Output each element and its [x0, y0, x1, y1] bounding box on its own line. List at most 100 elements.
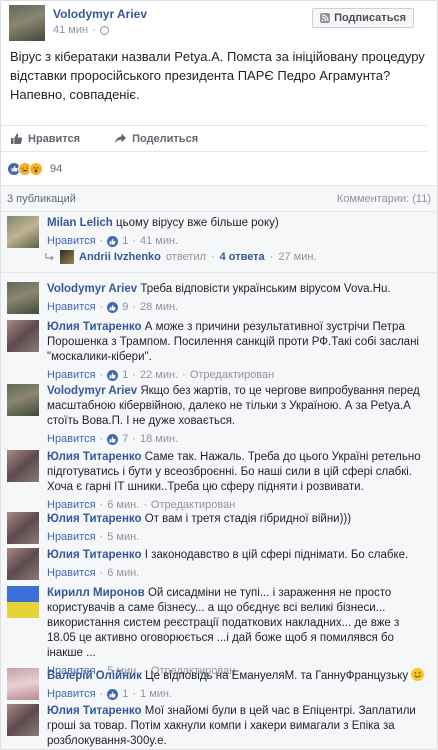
comment: Юлия Титаренко Саме так. Нажаль. Треба д…	[7, 450, 431, 513]
replies-count-link[interactable]: 4 ответа	[220, 251, 265, 263]
commenter-avatar[interactable]	[7, 586, 39, 618]
share-button[interactable]: Поделиться	[114, 132, 198, 145]
thumbs-up-icon	[11, 133, 23, 144]
author-avatar[interactable]	[9, 5, 45, 41]
comment-text: І законодавство в цій сфері піднімати. Б…	[144, 549, 409, 561]
commenter-name[interactable]: Юлия Титаренко	[47, 451, 142, 463]
comment: Валерій Олійник Це відповідь на Емануеля…	[7, 668, 431, 702]
comment-time[interactable]: 18 мин.	[140, 432, 178, 447]
shares-count[interactable]: 3 публикаций	[7, 193, 76, 205]
reply-avatar[interactable]	[60, 250, 74, 264]
comment-like-link[interactable]: Нравится	[47, 687, 96, 702]
commenter-name[interactable]: Юлия Титаренко	[47, 513, 142, 525]
share-arrow-icon	[115, 133, 127, 144]
commenter-avatar[interactable]	[7, 216, 39, 248]
separator: ·	[99, 369, 104, 381]
comments-count[interactable]: Комментарии: (11)	[337, 193, 431, 205]
like-count-icon	[107, 689, 119, 700]
comment-like-link[interactable]: Нравится	[47, 300, 96, 315]
comment-time[interactable]: 22 мин.	[140, 368, 178, 383]
comment-text: Треба відповісти українським вірусом Vov…	[140, 283, 391, 295]
reaction-icons	[7, 161, 43, 176]
post-time-text[interactable]: 41 мин	[53, 24, 88, 36]
separator: ·	[99, 531, 104, 543]
comment: Milan Lelich цьому вірусу вже більше рок…	[7, 216, 431, 249]
author-name[interactable]: Volodymyr Ariev	[53, 7, 147, 21]
reactions-bar[interactable]: 94	[1, 151, 427, 185]
edited-link[interactable]: Отредактирован	[151, 498, 235, 513]
commenter-name[interactable]: Volodymyr Ariev	[47, 283, 137, 295]
edited-link[interactable]: Отредактирован	[190, 368, 274, 383]
separator: ·	[99, 433, 104, 445]
commenter-name[interactable]: Юлия Титаренко	[47, 705, 142, 717]
commenter-avatar[interactable]	[7, 384, 39, 416]
comment-like-link[interactable]: Нравится	[47, 432, 96, 447]
commenter-name[interactable]: Валерій Олійник	[47, 670, 142, 682]
like-button[interactable]: Нравится	[10, 132, 80, 145]
comment-like-link[interactable]: Нравится	[47, 566, 96, 581]
comment-time[interactable]: 1 мин.	[140, 687, 172, 702]
reply-arrow-icon	[45, 253, 54, 261]
comment-time[interactable]: 41 мин.	[140, 234, 178, 249]
post-card: Volodymyr Ariev 41 мин · Подписаться Вір…	[0, 0, 438, 750]
comment: Volodymyr Ariev Треба відповісти українс…	[7, 282, 431, 315]
comment-like-link[interactable]: Нравится	[47, 498, 96, 513]
commenter-avatar[interactable]	[7, 512, 39, 544]
follow-button[interactable]: Подписаться	[312, 8, 414, 28]
separator: ·	[269, 251, 274, 263]
comment-time[interactable]: 28 мин.	[140, 300, 178, 315]
commenter-name[interactable]: Юлия Титаренко	[47, 549, 142, 561]
separator: ·	[143, 499, 147, 511]
comment-time[interactable]: 5 мин.	[107, 530, 139, 545]
comment-like-link[interactable]: Нравится	[47, 530, 96, 545]
post-meta-row: 3 публикаций Комментарии: (11)	[1, 185, 437, 211]
reply-action: ответил	[165, 251, 206, 263]
commenter-name[interactable]: Milan Lelich	[47, 217, 113, 229]
commenter-avatar[interactable]	[7, 704, 39, 736]
comment: Юлия Титаренко От вам і третя стадія гіб…	[7, 512, 431, 545]
comment-like-link[interactable]: Нравится	[47, 368, 96, 383]
commenter-avatar[interactable]	[7, 282, 39, 314]
separator: ·	[99, 688, 104, 700]
like-count-icon	[107, 236, 119, 247]
comment-text: цьому вірусу вже більше року)	[116, 217, 279, 229]
post-text: Вірус з кібератаки назвали Petya.A. Помс…	[10, 49, 425, 102]
replies-row[interactable]: Andrii Ivzhenko ответил · 4 ответа · 27 …	[45, 250, 317, 264]
like-count-icon	[107, 434, 119, 445]
comment-time[interactable]: 6 мин.	[107, 498, 139, 513]
separator: ·	[99, 301, 104, 313]
reply-time[interactable]: 27 мин.	[278, 251, 316, 263]
commenter-avatar[interactable]	[7, 668, 39, 700]
separator: ·	[132, 433, 137, 445]
smile-emoji-icon	[411, 668, 425, 681]
follow-label: Подписаться	[334, 12, 406, 24]
share-label: Поделиться	[132, 132, 199, 145]
separator: ·	[132, 235, 137, 247]
reactions-count[interactable]: 94	[50, 163, 62, 175]
commenter-avatar[interactable]	[7, 450, 39, 482]
comment: Кирилл Миронов Ой сисадміни не тупі... і…	[7, 586, 431, 679]
comment-like-count[interactable]: 1	[122, 687, 128, 702]
comment-text: От вам і третя стадія гібридної війни)))	[144, 513, 352, 525]
commenter-name[interactable]: Volodymyr Ariev	[47, 385, 137, 397]
like-count-icon	[107, 370, 119, 381]
comment-like-count[interactable]: 7	[122, 432, 128, 447]
comment-time[interactable]: 6 мин.	[107, 566, 139, 581]
comment-like-link[interactable]: Нравится	[47, 234, 96, 249]
separator: ·	[132, 369, 137, 381]
comment-like-count[interactable]: 9	[122, 300, 128, 315]
separator: ·	[92, 24, 96, 36]
globe-icon	[99, 25, 109, 35]
commenter-name[interactable]: Юлия Титаренко	[47, 321, 142, 333]
reply-author[interactable]: Andrii Ivzhenko	[79, 251, 161, 263]
commenter-avatar[interactable]	[7, 548, 39, 580]
comment-like-count[interactable]: 1	[122, 234, 128, 249]
commenter-avatar[interactable]	[7, 320, 39, 352]
commenter-name[interactable]: Кирилл Миронов	[47, 587, 145, 599]
comments-section: Milan Lelich цьому вірусу вже більше рок…	[1, 211, 437, 749]
post-timestamp[interactable]: 41 мин ·	[53, 24, 147, 36]
separator: ·	[99, 235, 104, 247]
separator: ·	[210, 251, 215, 263]
wow-reaction-icon	[29, 161, 43, 176]
comment-like-count[interactable]: 1	[122, 368, 128, 383]
